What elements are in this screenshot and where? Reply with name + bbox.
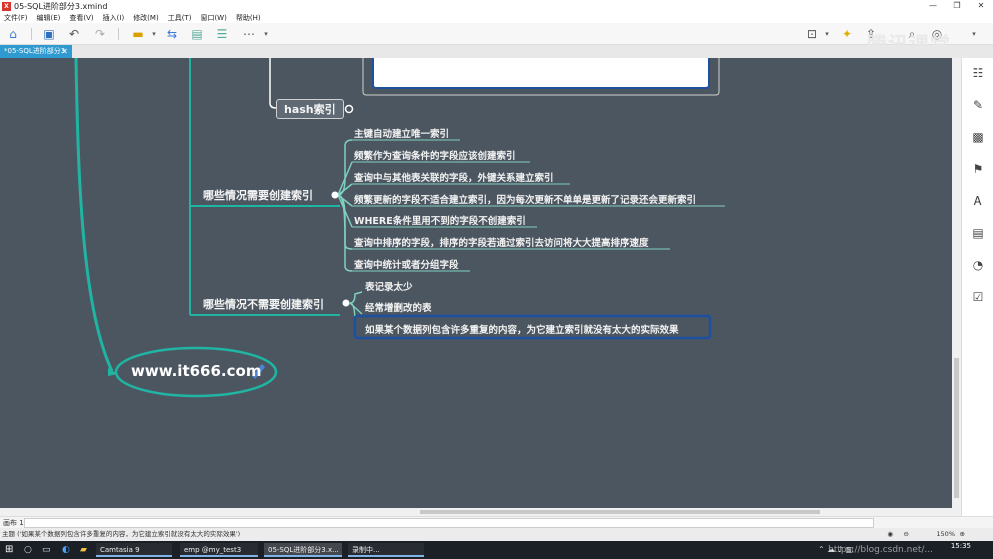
menu-bar: 文件(F) 编辑(E) 查看(V) 插入(I) 修改(M) 工具(T) 窗口(W… bbox=[0, 12, 993, 23]
taskbar-app-camtasia[interactable]: Camtasia 9 bbox=[96, 543, 172, 557]
collapse-dot-icon bbox=[331, 191, 339, 199]
no-index-item-3-selected[interactable]: 如果某个数据列包含许多重复的内容，为它建立索引就没有太大的实际效果 bbox=[365, 322, 679, 336]
collapse-dot-icon bbox=[342, 299, 350, 307]
close-icon[interactable]: ✕ bbox=[61, 45, 68, 58]
taskbar-app-label: 05-SQL进阶部分3.x... bbox=[268, 546, 339, 554]
chevron-down-icon[interactable]: ▾ bbox=[150, 27, 158, 41]
sheet-area bbox=[24, 518, 874, 528]
eye-icon[interactable]: ◉ bbox=[887, 528, 893, 541]
need-index-item-7[interactable]: 查询中统计或者分组字段 bbox=[354, 257, 459, 271]
sheet-bar: 画布 1 bbox=[0, 516, 993, 528]
menu-insert[interactable]: 插入(I) bbox=[99, 13, 130, 23]
no-index-item-1[interactable]: 表记录太少 bbox=[365, 279, 413, 293]
right-side-panel: ☷ ✎ ▩ ⚑ Ꭺ ▤ ◔ ☑ bbox=[961, 58, 993, 516]
idea-icon[interactable]: ✦ bbox=[840, 27, 854, 41]
watermark-url: https://blog.csdn.net/... bbox=[828, 545, 933, 555]
toolbar-separator bbox=[118, 28, 119, 40]
no-index-topic[interactable]: 哪些情况不需要创建索引 bbox=[203, 296, 324, 312]
zoom-in-button[interactable]: ⊕ bbox=[960, 528, 965, 541]
menu-help[interactable]: 帮助(H) bbox=[232, 13, 266, 23]
need-index-item-3[interactable]: 查询中与其他表关联的字段，外键关系建立索引 bbox=[354, 170, 554, 184]
folder-icon[interactable]: ▰ bbox=[80, 545, 87, 555]
zoom-level: 150% bbox=[936, 530, 955, 538]
collapse-dot-icon bbox=[344, 104, 354, 114]
no-index-item-2[interactable]: 经常增删改的表 bbox=[365, 300, 432, 314]
menu-file[interactable]: 文件(F) bbox=[0, 13, 33, 23]
outline-icon[interactable]: ☷ bbox=[971, 66, 985, 80]
xmind-app-icon: X bbox=[2, 1, 11, 11]
redo-icon[interactable]: ↷ bbox=[93, 27, 107, 41]
need-index-item-4[interactable]: 频繁更新的字段不适合建立索引，因为每次更新不单单是更新了记录还会更新索引 bbox=[354, 192, 696, 206]
windows-start-icon[interactable]: ⊞ bbox=[5, 545, 13, 555]
taskbar-app-xmind[interactable]: 05-SQL进阶部分3.x... bbox=[264, 543, 342, 557]
vertical-scroll-thumb[interactable] bbox=[954, 358, 959, 498]
mindmap-connectors bbox=[74, 58, 725, 398]
comment-icon[interactable]: ◔ bbox=[971, 258, 985, 272]
save-icon[interactable]: ▣ bbox=[42, 27, 56, 41]
zoom-out-button[interactable]: ⊖ bbox=[904, 528, 909, 541]
toolbar-separator bbox=[31, 28, 32, 40]
taskbar-app-recording[interactable]: 录制中... bbox=[348, 543, 424, 557]
boundary-icon[interactable]: ▤ bbox=[190, 27, 204, 41]
status-text: 主题 ('如果某个数据列包含许多重复的内容，为它建立索引就没有太大的实际效果') bbox=[2, 530, 241, 538]
menu-window[interactable]: 窗口(W) bbox=[196, 13, 231, 23]
image-icon[interactable]: ▩ bbox=[971, 130, 985, 144]
url-topic[interactable]: www.it666.com bbox=[131, 362, 261, 380]
taskbar-app-mysql[interactable]: emp @my_test3 (m... bbox=[180, 543, 258, 557]
font-icon[interactable]: Ꭺ bbox=[971, 194, 985, 208]
chevron-down-icon[interactable]: ▾ bbox=[970, 27, 978, 41]
mindmap-canvas[interactable]: hash索引 哪些情况需要创建索引 主键自动建立唯一索引 频繁作为查询条件的字段… bbox=[0, 58, 952, 508]
task-icon[interactable]: ☑ bbox=[971, 290, 985, 304]
home-icon[interactable]: ⌂ bbox=[6, 27, 20, 41]
menu-view[interactable]: 查看(V) bbox=[65, 13, 98, 23]
relationship-icon[interactable]: ⇆ bbox=[165, 27, 179, 41]
leaf-connector bbox=[349, 291, 363, 304]
search-icon[interactable]: ○ bbox=[24, 545, 32, 555]
status-bar: 主题 ('如果某个数据列包含许多重复的内容，为它建立索引就没有太大的实际效果')… bbox=[0, 528, 993, 541]
close-window-button[interactable]: ✕ bbox=[969, 0, 993, 12]
summary-icon[interactable]: ☰ bbox=[215, 27, 229, 41]
tab-label: *05-SQL进阶部分3 bbox=[4, 47, 66, 55]
need-index-item-1[interactable]: 主键自动建立唯一索引 bbox=[354, 126, 449, 140]
need-index-item-5[interactable]: WHERE条件里用不到的字段不创建索引 bbox=[354, 213, 526, 227]
vertical-scrollbar[interactable] bbox=[952, 58, 961, 508]
toolbar: ⌂ ▣ ↶ ↷ ▬ ▾ ⇆ ▤ ☰ ⋯ ▾ ⊡ ▾ ✦ ⇪ ⌕ ◎ ▾ bbox=[0, 23, 993, 45]
presentation-icon[interactable]: ⊡ bbox=[805, 27, 819, 41]
taskbar-app-label: 录制中... bbox=[352, 546, 380, 554]
menu-edit[interactable]: 编辑(E) bbox=[33, 13, 66, 23]
browser-icon[interactable]: ◐ bbox=[62, 545, 70, 555]
horizontal-scroll-thumb[interactable] bbox=[420, 510, 820, 514]
taskbar-app-label: Camtasia 9 bbox=[100, 546, 140, 554]
horizontal-scrollbar[interactable] bbox=[0, 508, 952, 516]
chevron-down-icon[interactable]: ▾ bbox=[262, 27, 270, 41]
taskbar-clock[interactable]: 15:35 bbox=[951, 543, 971, 550]
main-branch-line bbox=[74, 58, 114, 372]
undo-icon[interactable]: ↶ bbox=[67, 27, 81, 41]
minimize-button[interactable]: — bbox=[921, 0, 945, 12]
hash-topic-label[interactable]: hash索引 bbox=[284, 101, 336, 117]
need-index-item-2[interactable]: 频繁作为查询条件的字段应该创建索引 bbox=[354, 148, 516, 162]
need-index-item-6[interactable]: 查询中排序的字段，排序的字段若通过索引去访问将大大提高排序速度 bbox=[354, 235, 649, 249]
image-topic-preview bbox=[372, 58, 710, 89]
tab-bar: *05-SQL进阶部分3 ✕ bbox=[0, 45, 993, 58]
task-view-icon[interactable]: ▭ bbox=[42, 545, 51, 555]
os-taskbar: ⊞ ○ ▭ ◐ ▰ Camtasia 9 emp @my_test3 (m...… bbox=[0, 541, 993, 559]
menu-modify[interactable]: 修改(M) bbox=[129, 13, 164, 23]
topic-icon[interactable]: ▬ bbox=[131, 27, 145, 41]
more-icon[interactable]: ⋯ bbox=[242, 27, 256, 41]
window-controls: — ❐ ✕ bbox=[921, 0, 993, 12]
format-brush-icon[interactable]: ✎ bbox=[971, 98, 985, 112]
menu-tools[interactable]: 工具(T) bbox=[164, 13, 197, 23]
restore-button[interactable]: ❐ bbox=[945, 0, 969, 12]
need-index-topic[interactable]: 哪些情况需要创建索引 bbox=[203, 187, 313, 203]
chevron-down-icon[interactable]: ▾ bbox=[823, 27, 831, 41]
title-bar: X 05-SQL进阶部分3.xmind — ❐ ✕ bbox=[0, 0, 993, 12]
marker-flag-icon[interactable]: ⚑ bbox=[971, 162, 985, 176]
taskbar-app-label: emp @my_test3 (m... bbox=[184, 546, 242, 554]
tab-document[interactable]: *05-SQL进阶部分3 ✕ bbox=[0, 45, 72, 58]
window-title: 05-SQL进阶部分3.xmind bbox=[14, 1, 108, 11]
notes-icon[interactable]: ▤ bbox=[971, 226, 985, 240]
